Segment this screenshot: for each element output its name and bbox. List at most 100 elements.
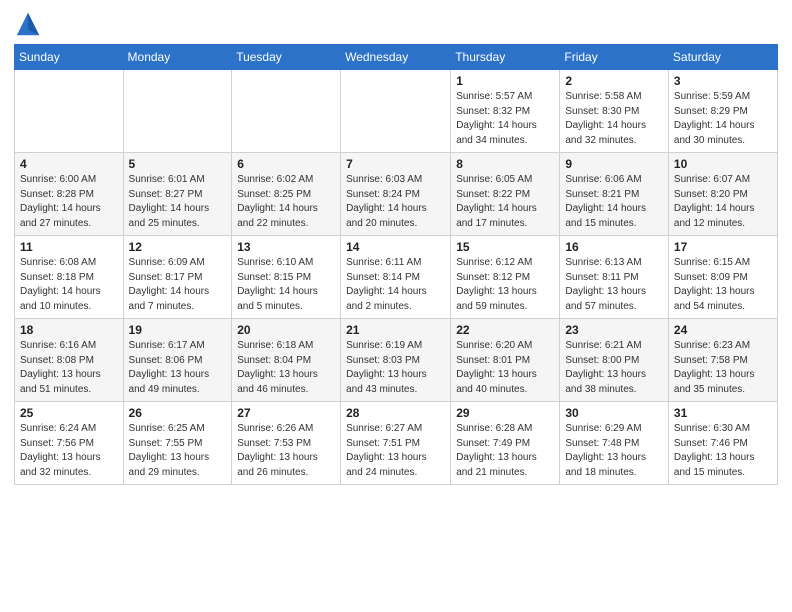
calendar-cell: 9 Sunrise: 6:06 AMSunset: 8:21 PMDaylight…	[560, 153, 669, 236]
calendar-cell: 29 Sunrise: 6:28 AMSunset: 7:49 PMDayligh…	[451, 402, 560, 485]
day-number: 1	[456, 74, 554, 88]
day-info: Sunrise: 5:58 AMSunset: 8:30 PMDaylight:…	[565, 90, 663, 148]
day-info: Sunrise: 6:07 AMSunset: 8:20 PMDaylight:…	[674, 173, 772, 231]
page: SundayMondayTuesdayWednesdayThursdayFrid…	[0, 0, 792, 612]
calendar-cell: 4 Sunrise: 6:00 AMSunset: 8:28 PMDaylight…	[15, 153, 124, 236]
day-number: 26	[129, 406, 227, 420]
day-number: 22	[456, 323, 554, 337]
calendar: SundayMondayTuesdayWednesdayThursdayFrid…	[14, 44, 778, 485]
day-number: 10	[674, 157, 772, 171]
day-number: 21	[346, 323, 445, 337]
calendar-cell: 7 Sunrise: 6:03 AMSunset: 8:24 PMDaylight…	[341, 153, 451, 236]
day-info: Sunrise: 6:24 AMSunset: 7:56 PMDaylight:…	[20, 422, 118, 480]
logo	[14, 10, 46, 38]
day-number: 5	[129, 157, 227, 171]
day-number: 4	[20, 157, 118, 171]
day-info: Sunrise: 6:17 AMSunset: 8:06 PMDaylight:…	[129, 339, 227, 397]
day-number: 24	[674, 323, 772, 337]
calendar-cell: 3Sunrise: 5:59 AMSunset: 8:29 PMDaylight…	[668, 70, 777, 153]
calendar-cell: 10 Sunrise: 6:07 AMSunset: 8:20 PMDayligh…	[668, 153, 777, 236]
generalblue-icon	[14, 10, 42, 38]
day-number: 8	[456, 157, 554, 171]
day-number: 7	[346, 157, 445, 171]
day-info: Sunrise: 6:09 AMSunset: 8:17 PMDaylight:…	[129, 256, 227, 314]
day-number: 29	[456, 406, 554, 420]
weekday-header-tuesday: Tuesday	[232, 45, 341, 70]
day-info: Sunrise: 6:06 AMSunset: 8:21 PMDaylight:…	[565, 173, 663, 231]
day-info: Sunrise: 6:12 AMSunset: 8:12 PMDaylight:…	[456, 256, 554, 314]
day-number: 3	[674, 74, 772, 88]
day-number: 14	[346, 240, 445, 254]
day-number: 27	[237, 406, 335, 420]
day-info: Sunrise: 6:15 AMSunset: 8:09 PMDaylight:…	[674, 256, 772, 314]
calendar-cell: 22Sunrise: 6:20 AMSunset: 8:01 PMDayligh…	[451, 319, 560, 402]
day-number: 9	[565, 157, 663, 171]
calendar-cell: 25 Sunrise: 6:24 AMSunset: 7:56 PMDayligh…	[15, 402, 124, 485]
day-number: 18	[20, 323, 118, 337]
calendar-row-3: 18 Sunrise: 6:16 AMSunset: 8:08 PMDayligh…	[15, 319, 778, 402]
day-info: Sunrise: 5:57 AMSunset: 8:32 PMDaylight:…	[456, 90, 554, 148]
day-number: 17	[674, 240, 772, 254]
day-info: Sunrise: 6:10 AMSunset: 8:15 PMDaylight:…	[237, 256, 335, 314]
calendar-cell	[232, 70, 341, 153]
day-info: Sunrise: 6:03 AMSunset: 8:24 PMDaylight:…	[346, 173, 445, 231]
day-number: 23	[565, 323, 663, 337]
calendar-row-1: 4 Sunrise: 6:00 AMSunset: 8:28 PMDaylight…	[15, 153, 778, 236]
day-number: 15	[456, 240, 554, 254]
calendar-cell	[123, 70, 232, 153]
calendar-cell: 5 Sunrise: 6:01 AMSunset: 8:27 PMDaylight…	[123, 153, 232, 236]
day-number: 6	[237, 157, 335, 171]
day-info: Sunrise: 6:00 AMSunset: 8:28 PMDaylight:…	[20, 173, 118, 231]
day-info: Sunrise: 6:08 AMSunset: 8:18 PMDaylight:…	[20, 256, 118, 314]
day-number: 30	[565, 406, 663, 420]
header	[14, 10, 778, 38]
day-number: 19	[129, 323, 227, 337]
day-info: Sunrise: 6:28 AMSunset: 7:49 PMDaylight:…	[456, 422, 554, 480]
day-number: 11	[20, 240, 118, 254]
calendar-cell: 18 Sunrise: 6:16 AMSunset: 8:08 PMDayligh…	[15, 319, 124, 402]
calendar-cell	[341, 70, 451, 153]
day-info: Sunrise: 6:18 AMSunset: 8:04 PMDaylight:…	[237, 339, 335, 397]
day-info: Sunrise: 6:01 AMSunset: 8:27 PMDaylight:…	[129, 173, 227, 231]
calendar-cell: 27Sunrise: 6:26 AMSunset: 7:53 PMDayligh…	[232, 402, 341, 485]
calendar-cell: 17 Sunrise: 6:15 AMSunset: 8:09 PMDayligh…	[668, 236, 777, 319]
calendar-cell: 21Sunrise: 6:19 AMSunset: 8:03 PMDayligh…	[341, 319, 451, 402]
calendar-cell: 1 Sunrise: 5:57 AMSunset: 8:32 PMDaylight…	[451, 70, 560, 153]
calendar-cell: 30 Sunrise: 6:29 AMSunset: 7:48 PMDayligh…	[560, 402, 669, 485]
calendar-cell: 28Sunrise: 6:27 AMSunset: 7:51 PMDayligh…	[341, 402, 451, 485]
day-info: Sunrise: 6:16 AMSunset: 8:08 PMDaylight:…	[20, 339, 118, 397]
calendar-cell: 20 Sunrise: 6:18 AMSunset: 8:04 PMDayligh…	[232, 319, 341, 402]
day-number: 20	[237, 323, 335, 337]
calendar-cell: 31 Sunrise: 6:30 AMSunset: 7:46 PMDayligh…	[668, 402, 777, 485]
calendar-cell: 6Sunrise: 6:02 AMSunset: 8:25 PMDaylight…	[232, 153, 341, 236]
calendar-cell: 2 Sunrise: 5:58 AMSunset: 8:30 PMDaylight…	[560, 70, 669, 153]
day-info: Sunrise: 6:30 AMSunset: 7:46 PMDaylight:…	[674, 422, 772, 480]
day-info: Sunrise: 6:25 AMSunset: 7:55 PMDaylight:…	[129, 422, 227, 480]
calendar-cell: 8 Sunrise: 6:05 AMSunset: 8:22 PMDaylight…	[451, 153, 560, 236]
calendar-row-2: 11 Sunrise: 6:08 AMSunset: 8:18 PMDayligh…	[15, 236, 778, 319]
weekday-header-friday: Friday	[560, 45, 669, 70]
calendar-row-4: 25 Sunrise: 6:24 AMSunset: 7:56 PMDayligh…	[15, 402, 778, 485]
day-info: Sunrise: 6:11 AMSunset: 8:14 PMDaylight:…	[346, 256, 445, 314]
day-number: 12	[129, 240, 227, 254]
calendar-cell: 14 Sunrise: 6:11 AMSunset: 8:14 PMDayligh…	[341, 236, 451, 319]
day-number: 13	[237, 240, 335, 254]
day-number: 2	[565, 74, 663, 88]
calendar-cell: 19 Sunrise: 6:17 AMSunset: 8:06 PMDayligh…	[123, 319, 232, 402]
day-number: 16	[565, 240, 663, 254]
day-number: 31	[674, 406, 772, 420]
calendar-row-0: 1 Sunrise: 5:57 AMSunset: 8:32 PMDaylight…	[15, 70, 778, 153]
calendar-cell: 16 Sunrise: 6:13 AMSunset: 8:11 PMDayligh…	[560, 236, 669, 319]
day-info: Sunrise: 6:29 AMSunset: 7:48 PMDaylight:…	[565, 422, 663, 480]
day-info: Sunrise: 6:13 AMSunset: 8:11 PMDaylight:…	[565, 256, 663, 314]
calendar-cell: 23Sunrise: 6:21 AMSunset: 8:00 PMDayligh…	[560, 319, 669, 402]
weekday-header-thursday: Thursday	[451, 45, 560, 70]
day-number: 25	[20, 406, 118, 420]
weekday-header-sunday: Sunday	[15, 45, 124, 70]
calendar-cell: 13 Sunrise: 6:10 AMSunset: 8:15 PMDayligh…	[232, 236, 341, 319]
day-info: Sunrise: 6:05 AMSunset: 8:22 PMDaylight:…	[456, 173, 554, 231]
calendar-cell: 12 Sunrise: 6:09 AMSunset: 8:17 PMDayligh…	[123, 236, 232, 319]
calendar-cell: 11 Sunrise: 6:08 AMSunset: 8:18 PMDayligh…	[15, 236, 124, 319]
day-number: 28	[346, 406, 445, 420]
weekday-header-row: SundayMondayTuesdayWednesdayThursdayFrid…	[15, 45, 778, 70]
